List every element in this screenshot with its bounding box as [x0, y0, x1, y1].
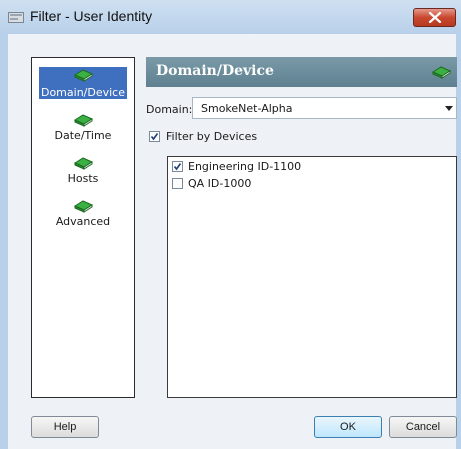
panel-header: Domain/Device	[146, 57, 457, 87]
window-title: Filter - User Identity	[30, 8, 153, 24]
panel-title: Domain/Device	[156, 63, 274, 79]
green-book-icon	[73, 69, 94, 82]
nav-label: Date/Time	[54, 129, 112, 142]
green-book-icon	[73, 157, 94, 170]
checkmark-icon	[173, 163, 182, 171]
nav-item-domain-device[interactable]: Domain/Device	[32, 58, 134, 99]
device-label: QA ID-1000	[188, 177, 252, 190]
device-list[interactable]: Engineering ID-1100 QA ID-1000	[167, 156, 457, 398]
nav-label: Hosts	[67, 172, 99, 185]
close-icon	[428, 12, 442, 23]
nav-label: Advanced	[55, 215, 111, 228]
chevron-down-icon	[445, 106, 453, 111]
filter-by-devices-label: Filter by Devices	[166, 130, 258, 143]
title-bar[interactable]: Filter - User Identity	[0, 0, 461, 34]
green-book-icon	[73, 200, 94, 213]
filter-icon	[8, 12, 24, 23]
ok-button[interactable]: OK	[314, 416, 382, 438]
device-checkbox[interactable]	[172, 161, 183, 172]
window-border-left	[0, 34, 8, 449]
nav-item-hosts[interactable]: Hosts	[32, 156, 134, 185]
green-book-icon	[431, 66, 452, 79]
device-label: Engineering ID-1100	[188, 160, 302, 173]
domain-select-value: SmokeNet-Alpha	[201, 102, 293, 115]
green-book-icon	[73, 114, 94, 127]
nav-label: Domain/Device	[40, 86, 125, 99]
filter-by-devices-checkbox[interactable]	[149, 131, 160, 142]
checkmark-icon	[150, 133, 159, 141]
cancel-button[interactable]: Cancel	[389, 416, 457, 438]
domain-select[interactable]: SmokeNet-Alpha	[192, 97, 457, 119]
help-button[interactable]: Help	[31, 416, 99, 438]
device-checkbox[interactable]	[172, 178, 183, 189]
close-button[interactable]	[413, 8, 456, 27]
domain-label: Domain:	[146, 103, 193, 116]
filter-dialog: Filter - User Identity Domain/Device Dat…	[0, 0, 461, 449]
nav-item-date-time[interactable]: Date/Time	[32, 113, 134, 142]
nav-item-advanced[interactable]: Advanced	[32, 199, 134, 228]
category-nav: Domain/Device Date/Time Hosts Advanced	[31, 57, 135, 398]
